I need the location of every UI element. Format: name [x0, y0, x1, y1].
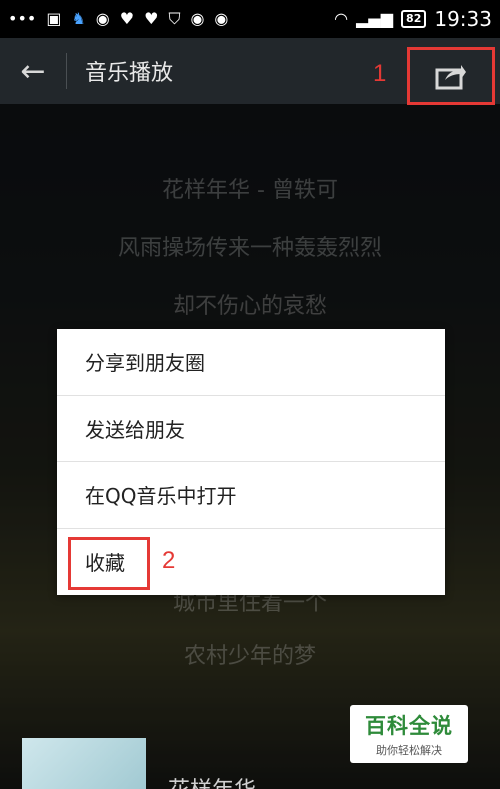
- share-icon: [435, 65, 466, 90]
- circle-icon: ◉: [190, 9, 205, 28]
- share-menu: 分享到朋友圈 发送给朋友 在QQ音乐中打开 收藏 2: [57, 329, 445, 595]
- menu-item-label: 分享到朋友圈: [85, 351, 205, 376]
- shield-icon: ♥: [119, 9, 135, 28]
- share-button[interactable]: [407, 47, 495, 105]
- menu-item-label: 在QQ音乐中打开: [85, 484, 237, 509]
- menu-item-share-moments[interactable]: 分享到朋友圈: [57, 329, 445, 396]
- annotation-label: 1: [373, 60, 387, 87]
- circle-icon: ◉: [214, 9, 229, 28]
- battery-icon: 82: [401, 10, 427, 28]
- more-icon: •••: [8, 9, 37, 28]
- back-arrow-icon: ←: [20, 53, 46, 89]
- now-playing-title: 花样年华: [168, 772, 256, 789]
- qq-icon: ♞: [71, 9, 86, 28]
- watermark-main: 百科全说: [365, 714, 453, 738]
- page-title: 音乐播放: [85, 61, 174, 86]
- wifi-icon: ◠: [334, 9, 349, 28]
- watermark-sub: 助你轻松解决: [376, 744, 442, 757]
- menu-item-label: 发送给朋友: [85, 417, 185, 442]
- clock: 19:33: [434, 7, 492, 31]
- menu-item-favorite[interactable]: 收藏 2: [57, 529, 445, 596]
- back-button[interactable]: ←: [0, 38, 66, 104]
- menu-item-open-qq-music[interactable]: 在QQ音乐中打开: [57, 462, 445, 529]
- status-bar: ••• ▣ ♞ ◉ ♥ ♥ ⛉ ◉ ◉ ◠ ▂▄▆ 82 19:33: [0, 0, 500, 38]
- image-icon: ▣: [46, 9, 62, 28]
- signal-icon: ▂▄▆: [356, 9, 394, 28]
- app-bar: ← 音乐播放 1: [0, 38, 500, 105]
- status-notifications: ••• ▣ ♞ ◉ ♥ ♥ ⛉ ◉ ◉: [8, 11, 228, 27]
- watermark-logo: 百科全说 助你轻松解决: [350, 705, 468, 763]
- menu-item-send-friend[interactable]: 发送给朋友: [57, 396, 445, 462]
- divider: [66, 53, 67, 89]
- highlight-box: [68, 536, 150, 590]
- annotation-label: 2: [162, 546, 176, 574]
- shield-icon: ♥: [144, 9, 159, 28]
- shield-alert-icon: ⛉: [168, 9, 181, 28]
- album-art[interactable]: [22, 738, 146, 789]
- circle-icon: ◉: [95, 9, 110, 28]
